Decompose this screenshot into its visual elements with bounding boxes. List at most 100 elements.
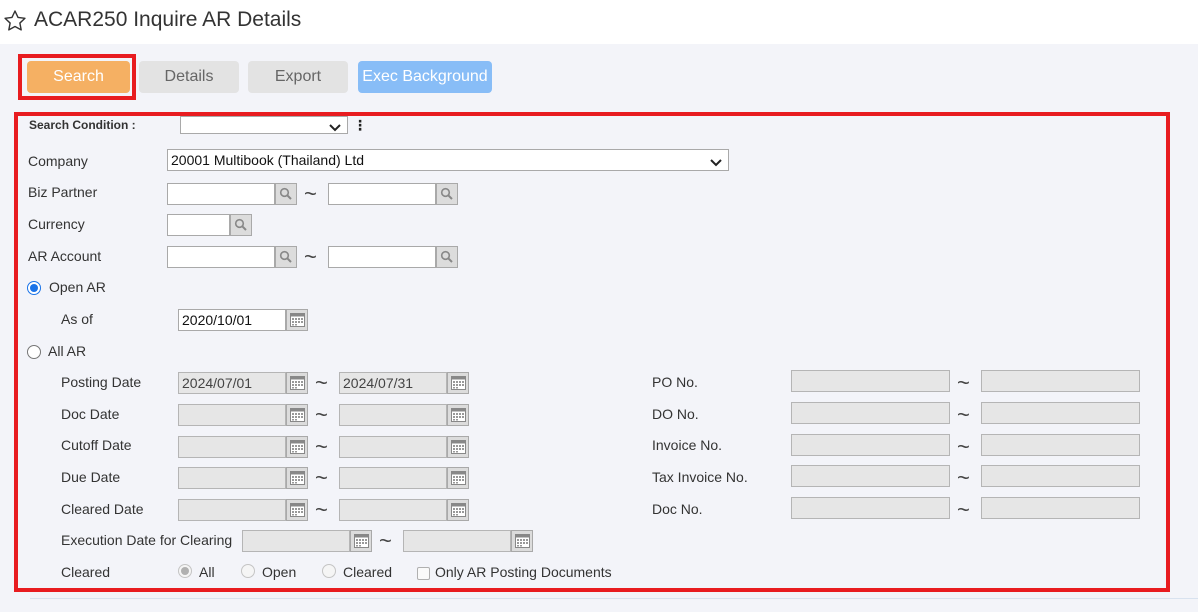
- range-separator: ~: [315, 402, 328, 427]
- currency-label: Currency: [28, 216, 85, 232]
- calendar-icon[interactable]: [286, 467, 308, 489]
- calendar-icon[interactable]: [447, 436, 469, 458]
- posting-date-label: Posting Date: [61, 374, 142, 390]
- open-ar-label: Open AR: [49, 279, 106, 295]
- currency-input[interactable]: [167, 214, 230, 236]
- range-separator: ~: [379, 528, 392, 553]
- all-ar-label: All AR: [48, 343, 87, 359]
- search-condition-select[interactable]: [180, 116, 348, 134]
- doc-no-from-input[interactable]: [791, 497, 950, 519]
- biz-partner-label: Biz Partner: [28, 184, 98, 200]
- cleared-cleared-radio[interactable]: [322, 564, 336, 578]
- all-ar-radio[interactable]: [27, 345, 41, 359]
- range-separator: ~: [315, 370, 328, 395]
- ar-account-label: AR Account: [28, 248, 102, 264]
- po-no-to-input[interactable]: [981, 370, 1140, 392]
- cleared-open-radio[interactable]: [241, 564, 255, 578]
- due-date-label: Due Date: [61, 469, 121, 485]
- posting-date-to-input[interactable]: 2024/07/31: [339, 372, 447, 394]
- range-separator: ~: [315, 497, 328, 522]
- biz-partner-from-input[interactable]: [167, 183, 275, 205]
- title-bar: ACAR250 Inquire AR Details: [0, 0, 1198, 44]
- range-separator: ~: [957, 434, 970, 459]
- calendar-icon[interactable]: [447, 372, 469, 394]
- cutoff-date-from-input[interactable]: [178, 436, 286, 458]
- tax-invoice-no-from-input[interactable]: [791, 465, 950, 487]
- tax-invoice-no-to-input[interactable]: [981, 465, 1140, 487]
- range-separator: ~: [957, 402, 970, 427]
- only-ar-posting-label: Only AR Posting Documents: [435, 564, 612, 580]
- doc-date-from-input[interactable]: [178, 404, 286, 426]
- chevron-down-icon: [710, 154, 722, 170]
- doc-date-label: Doc Date: [61, 406, 120, 422]
- divider: [30, 598, 1198, 599]
- details-button[interactable]: Details: [139, 61, 239, 93]
- favorite-star-icon[interactable]: [2, 8, 28, 37]
- exec-background-button[interactable]: Exec Background: [358, 61, 492, 93]
- range-separator: ~: [957, 370, 970, 395]
- export-button[interactable]: Export: [248, 61, 348, 93]
- cleared-date-to-input[interactable]: [339, 499, 447, 521]
- execution-date-to-input[interactable]: [403, 530, 511, 552]
- invoice-no-label: Invoice No.: [652, 437, 723, 453]
- search-icon[interactable]: [436, 246, 458, 268]
- calendar-icon[interactable]: [350, 530, 372, 552]
- cleared-label: Cleared: [61, 564, 111, 580]
- calendar-icon[interactable]: [447, 499, 469, 521]
- range-separator: ~: [957, 497, 970, 522]
- range-separator: ~: [304, 181, 317, 206]
- as-of-label: As of: [61, 311, 93, 327]
- ar-account-to-input[interactable]: [328, 246, 436, 268]
- calendar-icon[interactable]: [447, 404, 469, 426]
- company-select[interactable]: 20001 Multibook (Thailand) Ltd: [167, 149, 729, 171]
- as-of-date-input[interactable]: 2020/10/01: [178, 309, 286, 331]
- search-icon[interactable]: [436, 183, 458, 205]
- invoice-no-from-input[interactable]: [791, 434, 950, 456]
- ar-account-from-input[interactable]: [167, 246, 275, 268]
- range-separator: ~: [304, 244, 317, 269]
- calendar-icon[interactable]: [511, 530, 533, 552]
- more-options-icon[interactable]: ⋮: [353, 117, 367, 134]
- calendar-icon[interactable]: [286, 436, 308, 458]
- calendar-icon[interactable]: [447, 467, 469, 489]
- do-no-label: DO No.: [652, 406, 699, 422]
- po-no-from-input[interactable]: [791, 370, 950, 392]
- do-no-to-input[interactable]: [981, 402, 1140, 424]
- search-button-highlight: [18, 54, 136, 100]
- cleared-cleared-label: Cleared: [343, 564, 393, 580]
- open-ar-radio[interactable]: [27, 281, 41, 295]
- doc-date-to-input[interactable]: [339, 404, 447, 426]
- due-date-to-input[interactable]: [339, 467, 447, 489]
- calendar-icon[interactable]: [286, 372, 308, 394]
- po-no-label: PO No.: [652, 374, 698, 390]
- calendar-icon[interactable]: [286, 404, 308, 426]
- execution-date-from-input[interactable]: [242, 530, 350, 552]
- company-label: Company: [28, 153, 88, 169]
- invoice-no-to-input[interactable]: [981, 434, 1140, 456]
- biz-partner-to-input[interactable]: [328, 183, 436, 205]
- only-ar-posting-checkbox[interactable]: [417, 567, 430, 580]
- search-icon[interactable]: [275, 246, 297, 268]
- cleared-date-from-input[interactable]: [178, 499, 286, 521]
- tax-invoice-no-label: Tax Invoice No.: [652, 469, 748, 485]
- cleared-date-label: Cleared Date: [61, 501, 144, 517]
- calendar-icon[interactable]: [286, 309, 308, 331]
- cleared-open-label: Open: [262, 564, 297, 580]
- cleared-all-radio[interactable]: [178, 564, 192, 578]
- range-separator: ~: [315, 465, 328, 490]
- page-title: ACAR250 Inquire AR Details: [34, 8, 302, 31]
- cutoff-date-to-input[interactable]: [339, 436, 447, 458]
- due-date-from-input[interactable]: [178, 467, 286, 489]
- search-icon[interactable]: [230, 214, 252, 236]
- search-condition-label: Search Condition :: [29, 118, 136, 132]
- search-icon[interactable]: [275, 183, 297, 205]
- posting-date-from-input[interactable]: 2024/07/01: [178, 372, 286, 394]
- doc-no-to-input[interactable]: [981, 497, 1140, 519]
- cleared-all-label: All: [199, 564, 215, 580]
- calendar-icon[interactable]: [286, 499, 308, 521]
- doc-no-label: Doc No.: [652, 501, 703, 517]
- do-no-from-input[interactable]: [791, 402, 950, 424]
- range-separator: ~: [957, 465, 970, 490]
- company-value: 20001 Multibook (Thailand) Ltd: [171, 152, 365, 168]
- cutoff-date-label: Cutoff Date: [61, 437, 132, 453]
